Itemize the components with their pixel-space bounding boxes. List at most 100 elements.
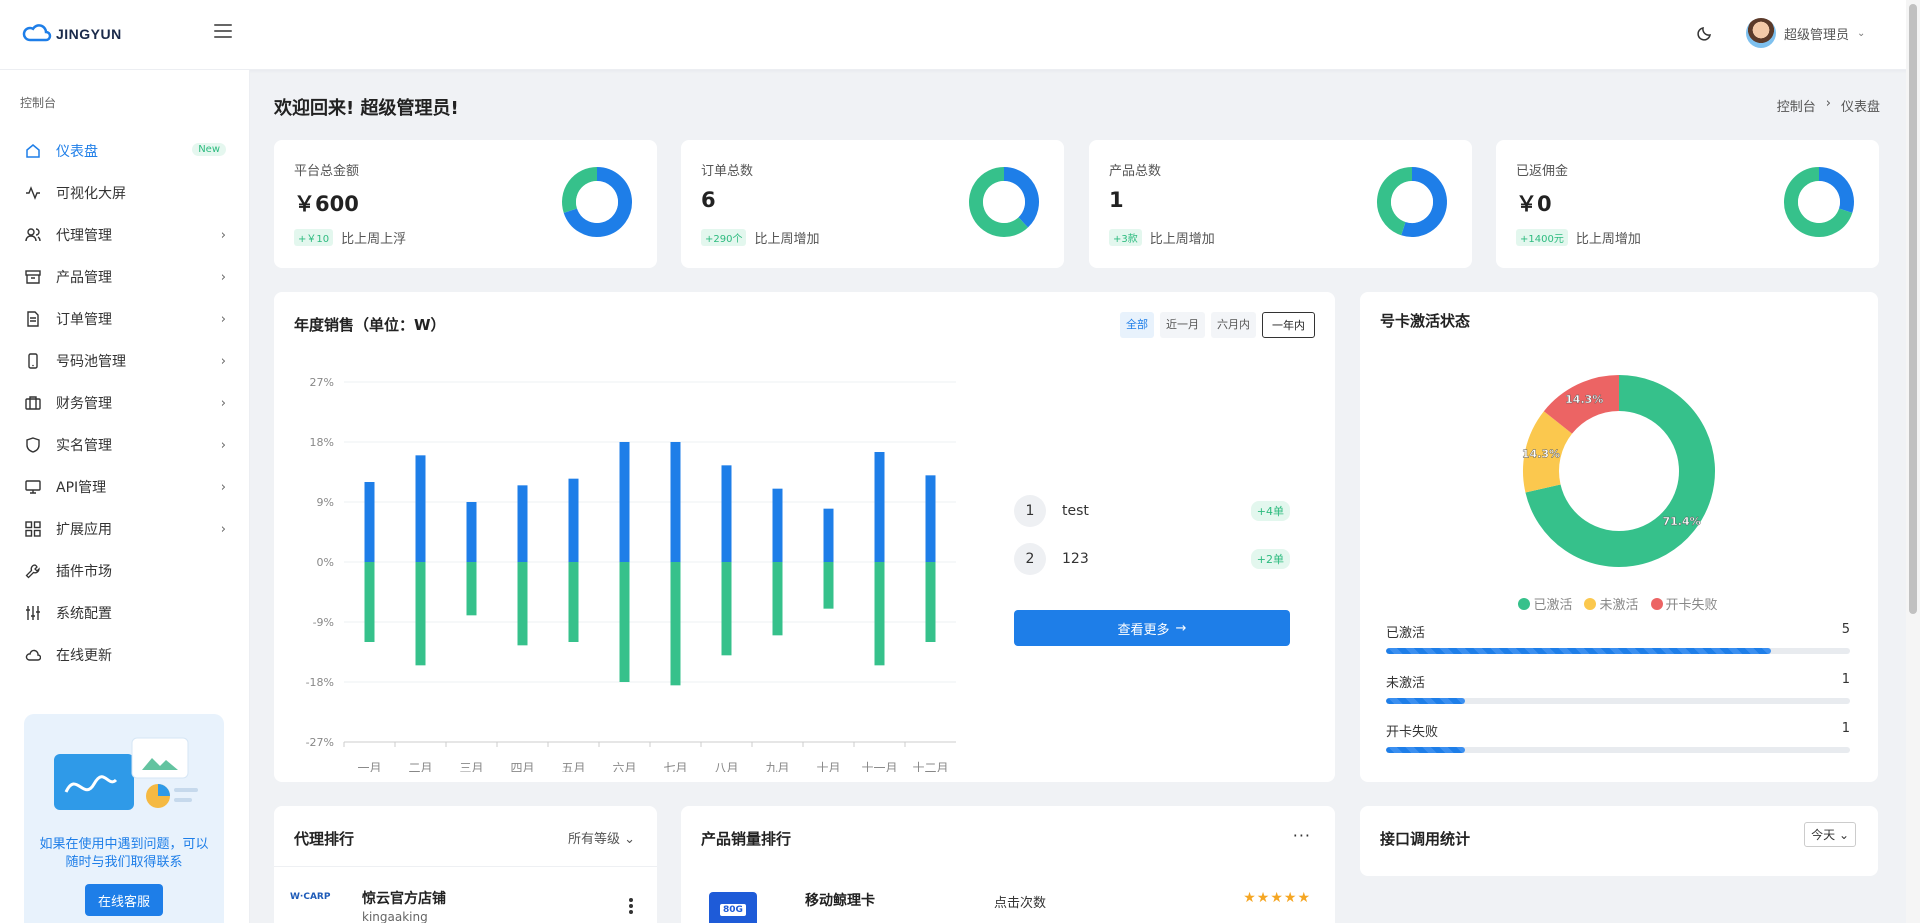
bar-positive[interactable] bbox=[364, 482, 375, 562]
bar-positive[interactable] bbox=[874, 452, 885, 562]
bar-negative[interactable] bbox=[772, 562, 783, 636]
bar-positive[interactable] bbox=[415, 455, 426, 562]
breadcrumb-item: 仪表盘 bbox=[1840, 100, 1880, 115]
legend-item[interactable]: 开卡失败 bbox=[1650, 594, 1718, 613]
x-tick-label: 二月 bbox=[408, 761, 432, 772]
bar-positive[interactable] bbox=[925, 475, 936, 562]
sidebar-item-number-pool[interactable]: 号码池管理 › bbox=[0, 340, 250, 382]
more-horizontal-icon[interactable]: ··· bbox=[1293, 826, 1311, 845]
bar-positive[interactable] bbox=[772, 488, 783, 562]
view-more-label: 查看更多 bbox=[1117, 622, 1170, 638]
breadcrumb: 控制台 › 仪表盘 bbox=[1777, 96, 1880, 115]
dark-mode-icon[interactable] bbox=[1696, 24, 1714, 42]
bar-positive[interactable] bbox=[619, 442, 630, 562]
y-tick-label: 9% bbox=[317, 496, 334, 509]
tab-six-months[interactable]: 六月内 bbox=[1211, 312, 1256, 338]
bar-negative[interactable] bbox=[466, 562, 477, 616]
chevron-right-icon: › bbox=[220, 312, 226, 327]
rank-badge: +4单 bbox=[1250, 501, 1290, 521]
sidebar-item-dashboard[interactable]: 仪表盘 New bbox=[0, 130, 250, 172]
sidebar-item-finance[interactable]: 财务管理 › bbox=[0, 382, 250, 424]
bar-negative[interactable] bbox=[823, 562, 834, 609]
logo[interactable]: JINGYUN bbox=[22, 24, 122, 44]
stat-label: 已返佣金 bbox=[1516, 164, 1569, 179]
bar-negative[interactable] bbox=[568, 562, 579, 642]
sidebar-item-orders[interactable]: 订单管理 › bbox=[0, 298, 250, 340]
tab-month[interactable]: 近一月 bbox=[1160, 312, 1205, 338]
delta-text: 比上周上浮 bbox=[341, 232, 407, 247]
sidebar-item-realname[interactable]: 实名管理 › bbox=[0, 424, 250, 466]
bar-negative[interactable] bbox=[517, 562, 528, 646]
sidebar-item-agents[interactable]: 代理管理 › bbox=[0, 214, 250, 256]
stat-value: ￥600 bbox=[294, 192, 359, 216]
ranking-row[interactable]: 1 test +4单 bbox=[1014, 494, 1290, 528]
bar-negative[interactable] bbox=[364, 562, 375, 642]
y-tick-label: -27% bbox=[306, 736, 334, 749]
legend-item[interactable]: 未激活 bbox=[1584, 594, 1639, 613]
stat-value: ￥0 bbox=[1516, 192, 1552, 216]
support-illustration bbox=[54, 737, 198, 810]
bar-negative[interactable] bbox=[415, 562, 426, 666]
delta-badge: +290个 bbox=[701, 229, 747, 246]
bar-negative[interactable] bbox=[721, 562, 732, 656]
legend-item[interactable]: 已激活 bbox=[1518, 594, 1572, 613]
sidebar-section-title: 控制台 bbox=[20, 96, 57, 110]
period-select[interactable]: 今天 ⌄ bbox=[1804, 822, 1856, 847]
bar-negative[interactable] bbox=[619, 562, 630, 682]
sidebar-item-label: 产品管理 bbox=[56, 270, 112, 286]
agent-name: 惊云官方店铺 bbox=[362, 891, 446, 907]
view-more-button[interactable]: 查看更多 → bbox=[1014, 610, 1290, 646]
breadcrumb-item[interactable]: 控制台 bbox=[1777, 96, 1816, 115]
activation-label: 已激活 bbox=[1386, 626, 1426, 641]
x-tick-label: 九月 bbox=[765, 761, 789, 772]
bar-positive[interactable] bbox=[568, 478, 579, 562]
activation-row: 未激活 1 bbox=[1386, 672, 1850, 704]
bar-positive[interactable] bbox=[670, 442, 681, 562]
annual-sales-card: 年度销售（单位：W） 全部 近一月 六月内 一年内 27% 18% 9% 0% -9% -… bbox=[274, 292, 1335, 782]
level-filter-dropdown[interactable]: 所有等级 ⌄ bbox=[568, 828, 635, 847]
user-menu[interactable]: 超级管理员 ⌄ bbox=[1746, 18, 1865, 48]
y-tick-label: 18% bbox=[310, 436, 334, 449]
sidebar-item-big-screen[interactable]: 可视化大屏 bbox=[0, 172, 250, 214]
sidebar-item-label: 系统配置 bbox=[56, 606, 112, 622]
bar-positive[interactable] bbox=[517, 485, 528, 562]
top-bar: JINGYUN 超级管理员 ⌄ bbox=[0, 0, 1920, 70]
bar-negative[interactable] bbox=[874, 562, 885, 666]
api-stats-card: 接口调用统计 今天 ⌄ bbox=[1360, 806, 1878, 876]
briefcase-icon bbox=[24, 394, 42, 412]
scrollbar-thumb[interactable] bbox=[1909, 4, 1917, 614]
ranking-row[interactable]: 2 123 +2单 bbox=[1014, 542, 1290, 576]
sidebar-item-plugins[interactable]: 插件市场 bbox=[0, 550, 250, 592]
more-vertical-icon[interactable] bbox=[629, 898, 633, 914]
progress-fill bbox=[1386, 747, 1465, 753]
online-service-button[interactable]: 在线客服 bbox=[85, 884, 163, 916]
bar-positive[interactable] bbox=[823, 508, 834, 562]
sidebar-item-label: 仪表盘 bbox=[56, 144, 98, 160]
bar-positive[interactable] bbox=[721, 465, 732, 562]
sidebar-item-update[interactable]: 在线更新 bbox=[0, 634, 250, 676]
grid-icon bbox=[24, 520, 42, 538]
breadcrumb-separator: › bbox=[1825, 96, 1831, 111]
tab-all[interactable]: 全部 bbox=[1120, 312, 1154, 338]
x-tick-label: 十二月 bbox=[912, 761, 948, 772]
activation-legend: 已激活 未激活 开卡失败 bbox=[1360, 594, 1876, 613]
help-card: 如果在使用中遇到问题，可以随时与我们取得联系 在线客服 bbox=[24, 714, 224, 923]
home-icon bbox=[24, 142, 42, 160]
bar-negative[interactable] bbox=[925, 562, 936, 642]
progress-fill bbox=[1386, 648, 1772, 654]
sidebar-item-label: 号码池管理 bbox=[56, 354, 126, 370]
scrollbar[interactable] bbox=[1906, 0, 1920, 923]
sidebar-item-api[interactable]: API管理 › bbox=[0, 466, 250, 508]
tab-year[interactable]: 一年内 bbox=[1262, 312, 1315, 338]
menu-toggle-icon[interactable] bbox=[214, 24, 232, 38]
range-tabs: 全部 近一月 六月内 一年内 bbox=[1120, 312, 1315, 338]
delta-text: 比上周增加 bbox=[1149, 232, 1215, 247]
x-tick-label: 一月 bbox=[357, 761, 381, 772]
archive-icon bbox=[24, 268, 42, 286]
bar-negative[interactable] bbox=[670, 562, 681, 686]
sidebar-item-extensions[interactable]: 扩展应用 › bbox=[0, 508, 250, 550]
bar-positive[interactable] bbox=[466, 502, 477, 562]
sidebar-item-settings[interactable]: 系统配置 bbox=[0, 592, 250, 634]
sidebar-item-products[interactable]: 产品管理 › bbox=[0, 256, 250, 298]
sliders-icon bbox=[24, 604, 42, 622]
